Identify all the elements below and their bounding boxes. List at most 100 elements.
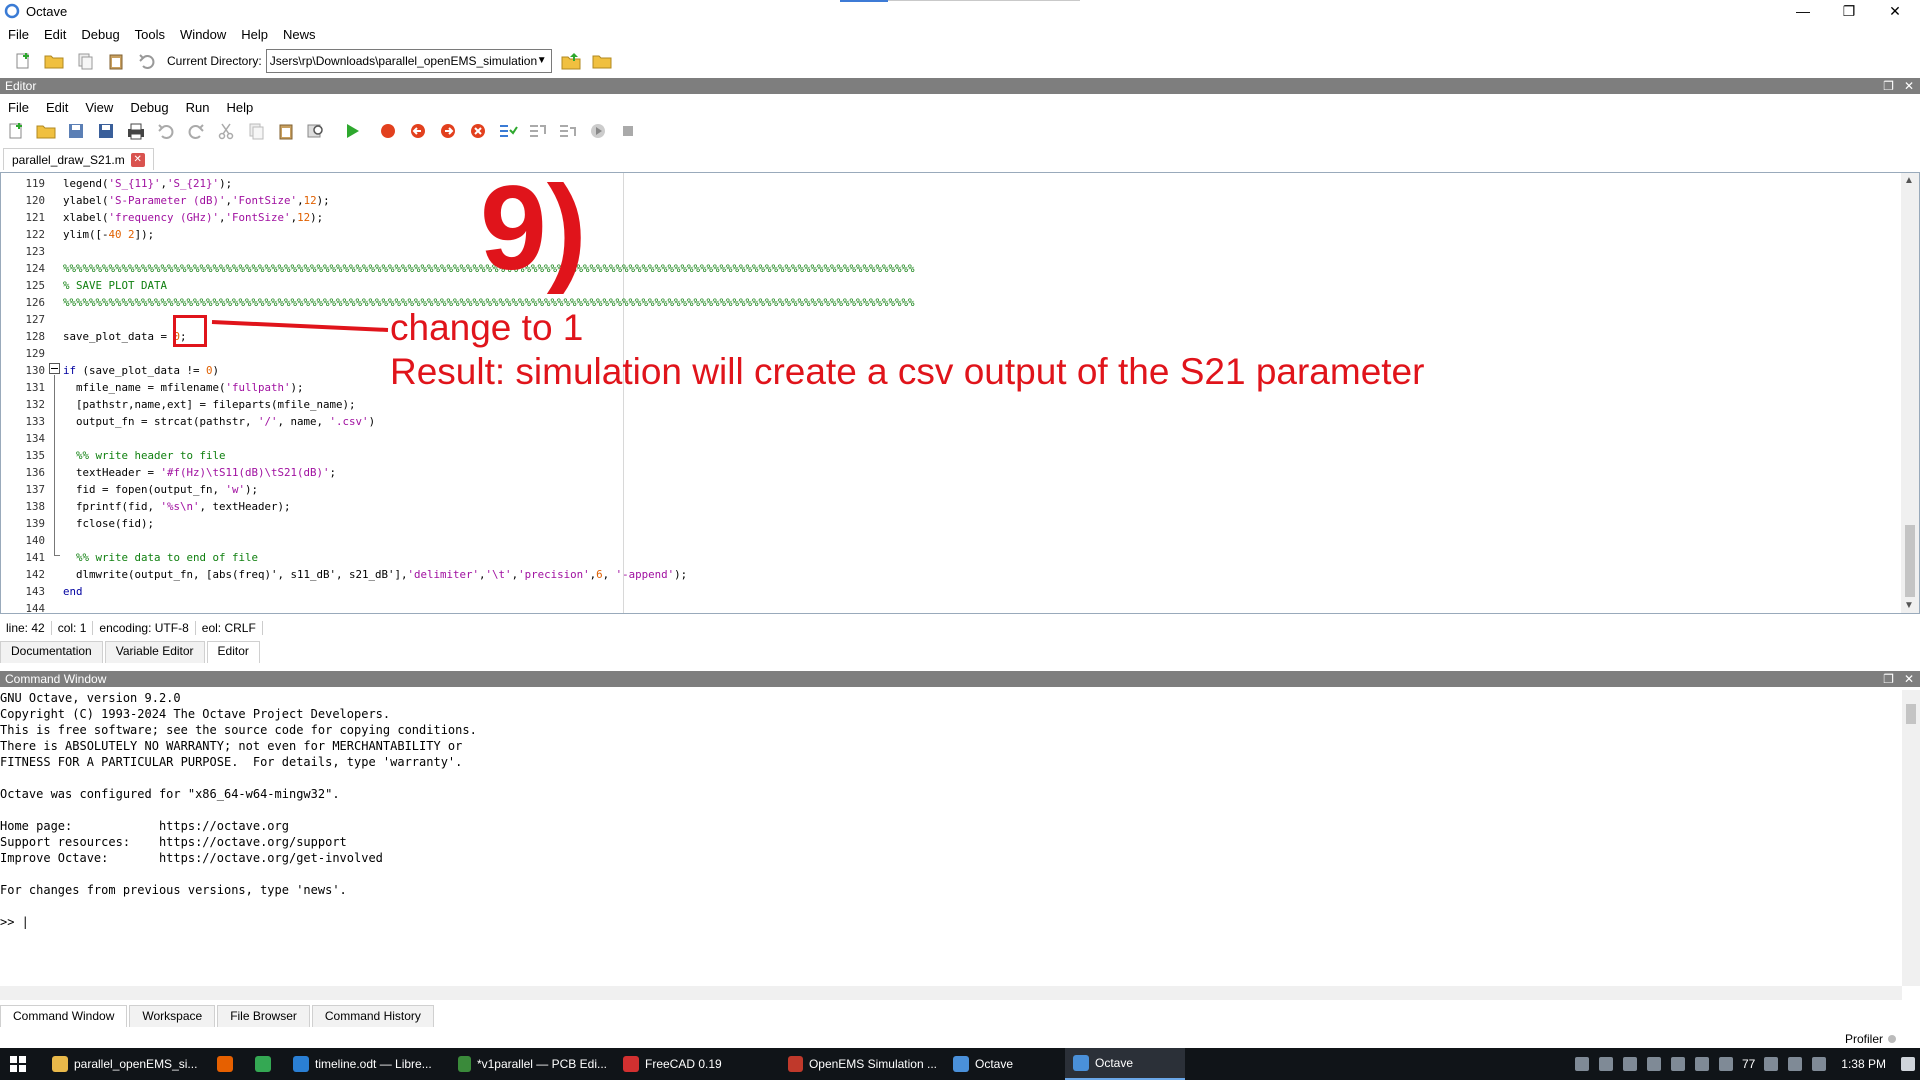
code-line[interactable]: 121 xlabel('frequency (GHz)','FontSize',1… (1, 209, 1881, 226)
code-line[interactable]: 133 output_fn = strcat(pathstr, '/', nam… (1, 413, 1881, 430)
current-directory-input[interactable]: Jsers\rp\Downloads\parallel_openEMS_simu… (265, 49, 552, 73)
taskbar-item[interactable]: FreeCAD 0.19 (615, 1048, 780, 1080)
taskbar-item[interactable]: *v1parallel — PCB Edi... (450, 1048, 615, 1080)
editor-menu-view[interactable]: View (85, 100, 113, 115)
run-icon[interactable] (341, 120, 363, 142)
taskbar-item[interactable]: timeline.odt — Libre... (285, 1048, 450, 1080)
undo-icon[interactable] (136, 50, 158, 72)
code-line[interactable]: 119 legend('S_{11}','S_{21}'); (1, 175, 1881, 192)
chevron-down-icon[interactable]: ▼ (537, 55, 547, 66)
copy-icon[interactable] (245, 120, 267, 142)
tray-icon[interactable] (1718, 1057, 1733, 1071)
code-editor[interactable]: 119 legend('S_{11}','S_{21}'); 120 ylabel('… (0, 172, 1920, 614)
new-script-icon[interactable] (12, 50, 34, 72)
volume-icon[interactable] (1788, 1057, 1803, 1071)
save-as-icon[interactable] (95, 120, 117, 142)
undo-icon[interactable] (155, 120, 177, 142)
editor-scrollbar[interactable]: ▲ ▼ (1901, 173, 1919, 613)
scroll-down-icon[interactable]: ▼ (1904, 600, 1914, 611)
menu-window[interactable]: Window (180, 27, 226, 42)
parent-directory-icon[interactable] (560, 50, 582, 72)
fold-toggle-icon[interactable] (49, 363, 61, 375)
close-icon[interactable]: ✕ (1872, 0, 1918, 22)
find-replace-icon[interactable] (305, 120, 327, 142)
taskbar-item[interactable]: Octave (1065, 1048, 1185, 1080)
windows-start-icon[interactable] (0, 1048, 36, 1080)
step-in-icon[interactable] (527, 120, 549, 142)
editor-file-tab[interactable]: parallel_draw_S21.m ✕ (3, 148, 154, 170)
tray-icon[interactable] (1574, 1057, 1589, 1071)
cut-icon[interactable] (215, 120, 237, 142)
network-icon[interactable] (1812, 1057, 1827, 1071)
clock[interactable]: 1:38 PM (1841, 1057, 1886, 1071)
code-line[interactable]: 136 textHeader = '#f(Hz)\tS11(dB)\tS21(d… (1, 464, 1881, 481)
redo-icon[interactable] (185, 120, 207, 142)
taskbar-item[interactable] (247, 1048, 285, 1080)
code-line[interactable]: 143 end (1, 583, 1881, 600)
scrollbar-thumb[interactable] (1905, 525, 1915, 597)
paste-icon[interactable] (275, 120, 297, 142)
minimize-icon[interactable]: — (1780, 0, 1826, 22)
tab-variable-editor[interactable]: Variable Editor (104, 641, 205, 663)
taskbar-item[interactable]: OpenEMS Simulation ... (780, 1048, 945, 1080)
tab-editor[interactable]: Editor (206, 641, 260, 663)
menu-tools[interactable]: Tools (135, 27, 165, 42)
microphone-icon[interactable] (1598, 1057, 1613, 1071)
undock-icon[interactable]: ❐ (1883, 79, 1894, 93)
menu-edit[interactable]: Edit (44, 27, 66, 42)
code-line[interactable]: 125 % SAVE PLOT DATA (1, 277, 1881, 294)
stop-icon[interactable] (617, 120, 639, 142)
code-line[interactable]: 141 %% write data to end of file (1, 549, 1881, 566)
open-file-icon[interactable] (35, 120, 57, 142)
browse-directory-icon[interactable] (591, 50, 613, 72)
save-icon[interactable] (65, 120, 87, 142)
tray-icon[interactable] (1670, 1057, 1685, 1071)
close-editor-icon[interactable]: ✕ (1904, 79, 1914, 93)
code-line[interactable]: 135 %% write header to file (1, 447, 1881, 464)
tray-icon[interactable] (1694, 1057, 1709, 1071)
tab-workspace[interactable]: Workspace (129, 1005, 216, 1027)
continue-icon[interactable] (587, 120, 609, 142)
code-line[interactable]: 132 [pathstr,name,ext] = fileparts(mfile… (1, 396, 1881, 413)
tray-icon[interactable] (1646, 1057, 1661, 1071)
command-hscrollbar[interactable] (0, 986, 1902, 1000)
tab-file-browser[interactable]: File Browser (217, 1005, 310, 1027)
code-line[interactable]: 142 dlmwrite(output_fn, [abs(freq)', s11… (1, 566, 1881, 583)
code-line[interactable]: 120 ylabel('S-Parameter (dB)','FontSize',… (1, 192, 1881, 209)
code-line[interactable]: 122 ylim([-40 2]); (1, 226, 1881, 243)
copy-icon[interactable] (74, 50, 96, 72)
step-icon[interactable] (497, 120, 519, 142)
remove-breakpoints-icon[interactable] (467, 120, 489, 142)
notification-icon[interactable] (1901, 1057, 1915, 1071)
restore-icon[interactable]: ❐ (1826, 0, 1872, 22)
tab-documentation[interactable]: Documentation (0, 641, 103, 663)
editor-menu-run[interactable]: Run (186, 100, 210, 115)
code-line[interactable]: 126%%%%%%%%%%%%%%%%%%%%%%%%%%%%%%%%%%%%%… (1, 294, 1881, 311)
paste-icon[interactable] (105, 50, 127, 72)
print-icon[interactable] (125, 120, 147, 142)
tab-command-history[interactable]: Command History (311, 1005, 434, 1027)
tray-icon[interactable] (1622, 1057, 1637, 1071)
code-line[interactable]: 137 fid = fopen(output_fn, 'w'); (1, 481, 1881, 498)
menu-file[interactable]: File (8, 27, 29, 42)
breakpoint-icon[interactable] (377, 120, 399, 142)
editor-menu-help[interactable]: Help (226, 100, 253, 115)
taskbar-item[interactable] (209, 1048, 247, 1080)
code-line[interactable]: 140 (1, 532, 1881, 549)
taskbar-item[interactable]: parallel_openEMS_si... (44, 1048, 209, 1080)
code-line[interactable]: 134 (1, 430, 1881, 447)
undock-icon[interactable]: ❐ (1883, 672, 1894, 686)
scroll-up-icon[interactable]: ▲ (1904, 175, 1914, 186)
code-line[interactable]: 144 (1, 600, 1881, 613)
close-command-window-icon[interactable]: ✕ (1904, 672, 1914, 686)
code-line[interactable]: 124%%%%%%%%%%%%%%%%%%%%%%%%%%%%%%%%%%%%%… (1, 260, 1881, 277)
close-tab-icon[interactable]: ✕ (130, 152, 145, 167)
editor-menu-edit[interactable]: Edit (46, 100, 68, 115)
command-scrollbar[interactable] (1902, 690, 1920, 986)
menu-debug[interactable]: Debug (81, 27, 119, 42)
code-line[interactable]: 123 (1, 243, 1881, 260)
battery-icon[interactable] (1764, 1057, 1779, 1071)
new-file-icon[interactable] (5, 120, 27, 142)
tab-command-window[interactable]: Command Window (0, 1005, 128, 1027)
code-line[interactable]: 139 fclose(fid); (1, 515, 1881, 532)
